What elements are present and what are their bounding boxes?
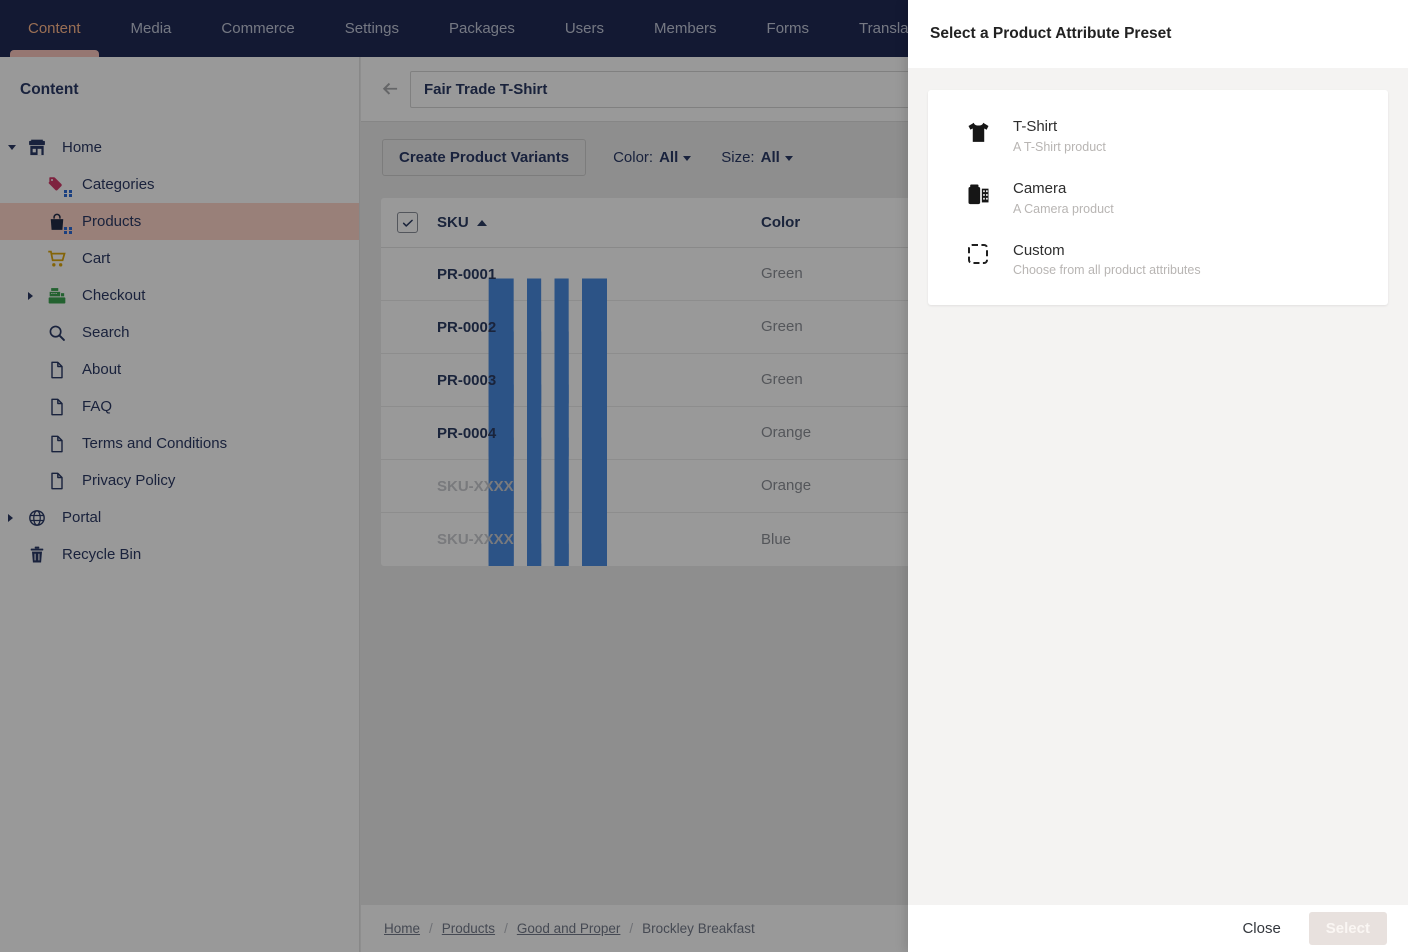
select-button[interactable]: Select	[1308, 912, 1387, 945]
preset-name: T-Shirt	[1013, 118, 1058, 135]
custom-icon	[963, 242, 993, 264]
custom-dashed-icon	[968, 243, 988, 264]
film-icon	[963, 180, 993, 207]
tshirt-icon-glyph	[966, 120, 991, 145]
tshirt-icon	[963, 118, 993, 145]
panel-header: Select a Product Attribute Preset	[908, 0, 1408, 68]
preset-name: Camera	[1013, 179, 1067, 197]
preset-text: T-Shirt A T-Shirt product	[1013, 118, 1106, 154]
preset-text: Custom Choose from all product attributes	[1013, 242, 1201, 278]
panel-footer: Close Select	[908, 905, 1408, 952]
preset-description: Choose from all product attributes	[1013, 263, 1201, 278]
panel-title: Select a Product Attribute Preset	[930, 25, 1172, 42]
modal-dim-overlay[interactable]	[0, 0, 908, 952]
preset-card: T-Shirt A T-Shirt product Camera A Camera p…	[928, 90, 1388, 306]
preset-option-t-shirt[interactable]: T-Shirt A T-Shirt product	[928, 105, 1388, 167]
preset-description: A T-Shirt product	[1013, 139, 1106, 154]
preset-option-custom[interactable]: Custom Choose from all product attributes	[928, 229, 1388, 291]
preset-text: Camera A Camera product	[1013, 180, 1114, 216]
preset-description: A Camera product	[1013, 201, 1114, 216]
preset-option-camera[interactable]: Camera A Camera product	[928, 167, 1388, 229]
close-button[interactable]: Close	[1242, 920, 1280, 937]
preset-name: Custom	[1013, 241, 1065, 259]
film-icon-glyph	[966, 182, 991, 207]
attribute-preset-panel: Select a Product Attribute Preset T-Shir…	[908, 0, 1408, 952]
